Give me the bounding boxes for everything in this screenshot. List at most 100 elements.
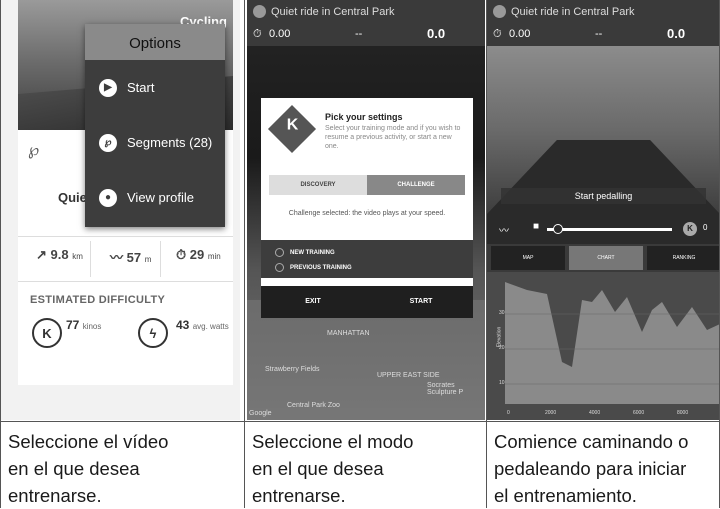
tab-discovery[interactable]: DISCOVERY xyxy=(269,175,367,195)
power-value: -- xyxy=(595,28,603,40)
menu-item-label: Start xyxy=(127,80,155,95)
duration-value: 29 xyxy=(189,247,205,262)
menu-item-label: Segments (28) xyxy=(127,135,213,150)
option-label: PREVIOUS TRAINING xyxy=(290,265,352,272)
map-background xyxy=(247,300,485,420)
kinos-icon: K xyxy=(683,222,697,236)
elevation-plot xyxy=(505,282,720,404)
caption-line: en el que desea xyxy=(252,458,384,479)
tab-challenge[interactable]: CHALLENGE xyxy=(367,175,465,195)
tab-map[interactable]: MAP xyxy=(491,246,565,270)
mode-note: Challenge selected: the video plays at y… xyxy=(288,210,446,217)
elevation-icon: 〰 xyxy=(110,250,124,265)
caption-line: Comience caminando o xyxy=(494,431,689,452)
panel-pick-settings: Quiet ride in Central Park ⏱ 0.00 -- 0.0… xyxy=(247,0,485,420)
power-value: -- xyxy=(355,28,363,40)
menu-item-start[interactable]: ▶ Start xyxy=(85,60,225,115)
speed-value: 0.0 xyxy=(427,26,446,41)
elevation-unit: m xyxy=(144,255,152,264)
google-logo: Google xyxy=(249,410,272,417)
graph-x-tick: 6000 xyxy=(633,410,645,416)
tab-chart[interactable]: CHART xyxy=(569,246,643,270)
segments-icon[interactable]: ℘ xyxy=(28,140,39,160)
start-pedalling-banner: Start pedalling xyxy=(501,188,706,204)
app-logo-icon[interactable] xyxy=(253,5,266,18)
graph-y-tick: 30 xyxy=(499,310,505,316)
watts-value: 43 avg. watts xyxy=(176,318,229,332)
caption-line: el entrenamiento. xyxy=(494,485,637,506)
tab-ranking[interactable]: RANKING xyxy=(647,246,720,270)
metrics-bar: ⏱ 0.00 -- 0.0 xyxy=(247,24,485,46)
progress-knob[interactable] xyxy=(553,224,563,234)
graph-y-tick: 20 xyxy=(499,345,505,351)
divider xyxy=(160,241,161,277)
kinomap-logo: K xyxy=(267,104,317,154)
route-icon: ↗ xyxy=(36,247,47,262)
start-button[interactable]: START xyxy=(369,286,473,318)
caption-line: entrenarse. xyxy=(8,485,102,506)
kinos-unit: kinos xyxy=(82,322,102,331)
title-bar: Quiet ride in Central Park xyxy=(487,0,720,24)
option-previous-training[interactable]: PREVIOUS TRAINING xyxy=(275,263,352,272)
segments-icon: ℘ xyxy=(99,133,117,152)
progress-track[interactable] xyxy=(547,228,672,231)
app-logo-icon[interactable] xyxy=(493,5,506,18)
elevation-icon[interactable]: 〰 xyxy=(499,222,509,237)
options-menu-title: Options xyxy=(85,24,225,60)
distance-unit: km xyxy=(72,252,83,261)
graph-y-tick: 10 xyxy=(499,380,505,386)
menu-item-segments[interactable]: ℘ Segments (28) xyxy=(85,115,225,170)
speed-value: 0.0 xyxy=(667,26,686,41)
metrics-bar: ⏱ 0.00 -- 0.0 xyxy=(487,24,720,46)
kinos-count: 0 xyxy=(703,223,708,232)
elevation-stat: 〰 57 m xyxy=(110,247,151,266)
watts-number: 43 xyxy=(176,318,190,332)
settings-dialog: K Pick your settings Select your trainin… xyxy=(261,98,473,318)
ride-title: Quiet ride in Central Park xyxy=(511,6,635,18)
caption-line: entrenarse. xyxy=(252,485,346,506)
user-icon: ● xyxy=(99,188,117,207)
training-options: NEW TRAINING PREVIOUS TRAINING xyxy=(261,240,473,278)
caption-line: Seleccione el vídeo xyxy=(8,431,169,452)
ride-stats: ↗ 9.8 km 〰 57 m ⏱ 29 min xyxy=(18,236,233,282)
graph-x-tick: 0 xyxy=(507,410,510,416)
menu-item-view-profile[interactable]: ● View profile xyxy=(85,170,225,225)
graph-x-tick: 8000 xyxy=(677,410,689,416)
map-label: UPPER EAST SIDE xyxy=(377,372,440,379)
panel-select-video: Cycling ℘ Quiet Options ▶ Start ℘ Segmen… xyxy=(0,0,240,420)
map-label: MANHATTAN xyxy=(327,330,370,337)
power-icon: ϟ xyxy=(138,318,168,348)
play-icon: ▶ xyxy=(99,78,117,97)
screenshot-grid: Cycling ℘ Quiet Options ▶ Start ℘ Segmen… xyxy=(0,0,720,508)
caption-line: en el que desea xyxy=(8,458,140,479)
kinos-number: 77 xyxy=(66,318,80,332)
radio-icon xyxy=(275,263,284,272)
caption-line: Seleccione el modo xyxy=(252,431,414,452)
map-label: Strawberry Fields xyxy=(265,366,320,373)
watts-unit: avg. watts xyxy=(192,322,229,331)
title-bar: Quiet ride in Central Park xyxy=(247,0,485,24)
exit-button[interactable]: EXIT xyxy=(261,286,365,318)
caption-step-1: Seleccione el vídeo en el que desea entr… xyxy=(8,428,168,509)
caption-divider xyxy=(0,421,720,422)
map-label: Socrates Sculpture P xyxy=(427,382,464,396)
dialog-actions: EXIT START xyxy=(261,286,473,318)
kinos-value: 77 kinos xyxy=(66,318,101,332)
dialog-title: Pick your settings xyxy=(325,112,403,122)
duration-stat: ⏱ 29 min xyxy=(176,247,221,263)
estimated-difficulty-label: ESTIMATED DIFFICULTY xyxy=(30,294,166,306)
elevation-value: 57 xyxy=(126,250,142,265)
divider xyxy=(486,0,487,508)
caption-step-3: Comience caminando o pedaleando para ini… xyxy=(494,428,688,509)
dialog-subtitle: Select your training mode and if you wis… xyxy=(325,125,461,150)
stopwatch-icon: ⏱ xyxy=(176,247,187,262)
elevation-graph: Elevation 30 20 10 0 2000 4000 6000 8000 xyxy=(487,272,720,420)
caption-step-2: Seleccione el modo en el que desea entre… xyxy=(252,428,413,509)
graph-x-tick: 2000 xyxy=(545,410,557,416)
player-controls: 〰 ■ K 0 xyxy=(487,214,720,244)
video-icon[interactable]: ■ xyxy=(533,221,539,232)
graph-x-tick: 4000 xyxy=(589,410,601,416)
distance-stat: ↗ 9.8 km xyxy=(36,247,83,263)
stopwatch-icon: ⏱ xyxy=(253,28,262,40)
option-new-training[interactable]: NEW TRAINING xyxy=(275,248,335,257)
